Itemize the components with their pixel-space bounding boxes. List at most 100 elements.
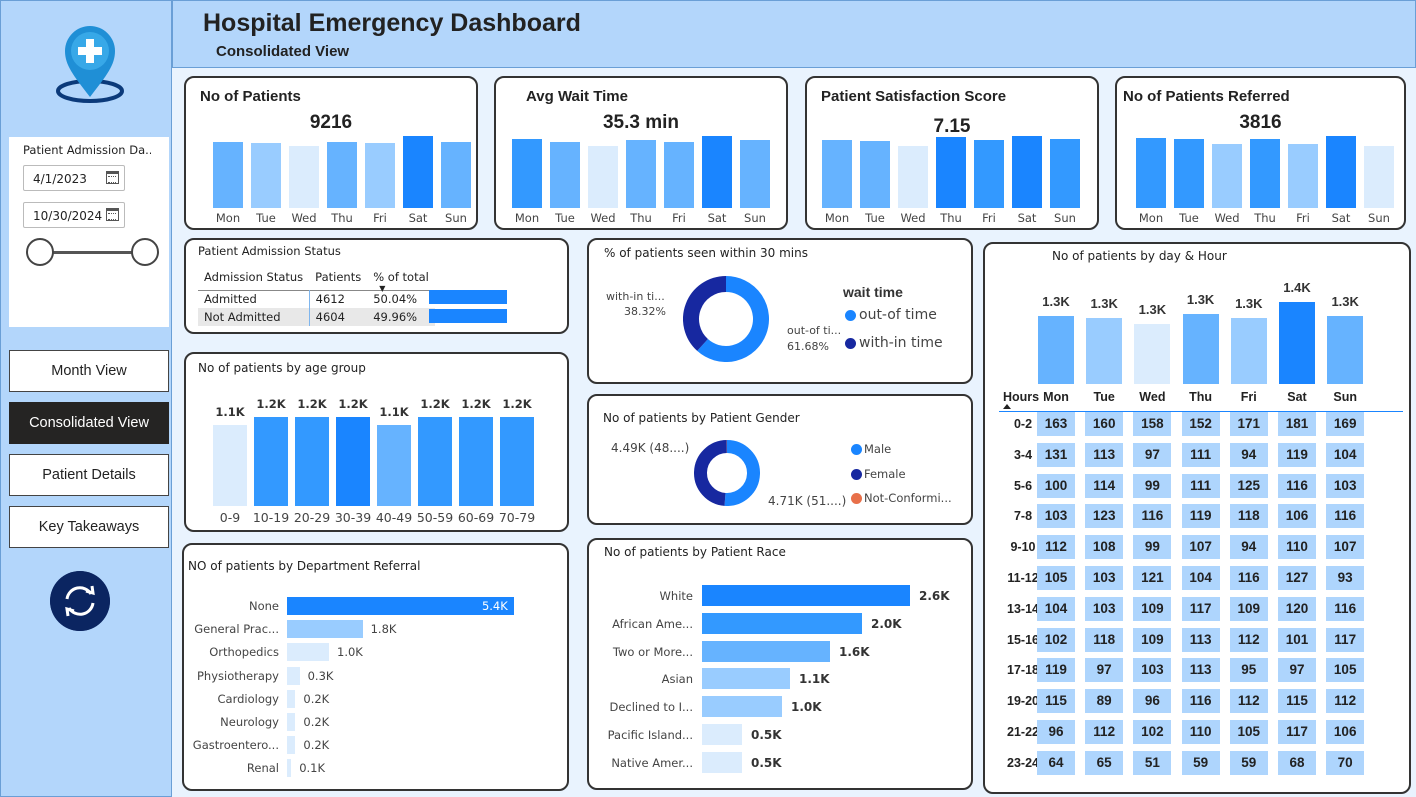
kpi-bar[interactable] [1364,146,1394,208]
heatmap-cell[interactable]: 120 [1278,596,1316,621]
race-bar[interactable] [702,751,742,773]
heatmap-cell[interactable]: 97 [1278,658,1316,683]
legend-label[interactable]: Female [864,467,906,481]
day-column-header[interactable]: Fri [1225,390,1273,404]
kpi-bar[interactable] [213,142,243,208]
age-bar[interactable] [418,417,452,506]
heatmap-cell[interactable]: 116 [1133,504,1172,529]
start-date-input[interactable]: 4/1/2023 [23,165,125,191]
heatmap-cell[interactable]: 131 [1037,442,1075,467]
legend-label[interactable]: Not-Conformi... [864,491,952,505]
kpi-bar[interactable] [702,136,732,208]
key-takeaways-button[interactable]: Key Takeaways [9,506,169,548]
end-date-input[interactable]: 10/30/2024 [23,202,125,228]
heatmap-cell[interactable]: 118 [1085,627,1124,652]
kpi-bar[interactable] [1174,139,1204,208]
heatmap-cell[interactable]: 68 [1278,750,1316,775]
heatmap-cell[interactable]: 109 [1229,596,1268,621]
day-total-bar[interactable] [1086,318,1123,384]
heatmap-cell[interactable]: 158 [1133,412,1172,436]
heatmap-cell[interactable]: 93 [1326,566,1365,590]
heatmap-cell[interactable]: 116 [1326,596,1365,621]
legend-label[interactable]: out-of time [859,307,937,323]
donut-slice[interactable] [683,276,727,351]
heatmap-cell[interactable]: 96 [1037,720,1075,744]
heatmap-cell[interactable]: 99 [1133,535,1172,560]
kpi-bar[interactable] [822,140,852,208]
heatmap-cell[interactable]: 160 [1085,412,1124,436]
day-total-bar[interactable] [1230,318,1267,384]
table-row[interactable]: Admitted 4612 50.04% [198,290,435,308]
column-header[interactable]: % of total ▼ [367,264,435,293]
kpi-bar[interactable] [1326,136,1356,208]
heatmap-cell[interactable]: 116 [1326,504,1365,529]
heatmap-cell[interactable]: 113 [1181,627,1220,652]
heatmap-cell[interactable]: 64 [1037,750,1075,775]
heatmap-cell[interactable]: 103 [1085,566,1124,590]
heatmap-cell[interactable]: 125 [1229,473,1268,498]
department-bar[interactable] [287,713,296,731]
day-total-bar[interactable] [1038,316,1074,384]
kpi-bar[interactable] [898,146,928,208]
kpi-bar[interactable] [626,140,656,208]
heatmap-cell[interactable]: 107 [1326,535,1365,560]
heatmap-cell[interactable]: 59 [1229,750,1268,775]
heatmap-cell[interactable]: 119 [1278,442,1316,467]
kpi-bar[interactable] [974,139,1004,208]
heatmap-cell[interactable]: 109 [1133,596,1172,621]
day-column-header[interactable]: Wed [1128,390,1176,404]
heatmap-cell[interactable]: 108 [1085,535,1124,560]
heatmap-cell[interactable]: 117 [1278,720,1316,744]
heatmap-cell[interactable]: 59 [1181,750,1220,775]
heatmap-cell[interactable]: 107 [1181,535,1220,560]
day-total-bar[interactable] [1279,302,1315,384]
heatmap-cell[interactable]: 94 [1229,442,1268,467]
heatmap-cell[interactable]: 112 [1326,689,1365,714]
heatmap-cell[interactable]: 113 [1085,442,1124,467]
refresh-icon[interactable] [50,571,110,631]
range-slider-start-handle[interactable] [26,238,54,266]
kpi-bar[interactable] [1250,138,1280,208]
heatmap-cell[interactable]: 117 [1326,627,1365,652]
heatmap-cell[interactable]: 96 [1133,689,1172,714]
admission-share-bar[interactable] [429,290,507,304]
heatmap-cell[interactable]: 127 [1278,566,1316,590]
heatmap-cell[interactable]: 110 [1181,720,1220,744]
race-bar[interactable] [702,585,910,606]
heatmap-cell[interactable]: 111 [1181,473,1220,498]
kpi-bar[interactable] [441,141,471,208]
consolidated-view-button[interactable]: Consolidated View [9,402,169,444]
heatmap-cell[interactable]: 115 [1037,689,1075,714]
within-30-donut[interactable] [683,276,769,362]
heatmap-cell[interactable]: 105 [1326,658,1365,683]
heatmap-cell[interactable]: 119 [1037,658,1075,683]
heatmap-cell[interactable]: 118 [1229,504,1268,529]
age-bar[interactable] [377,424,411,506]
heatmap-cell[interactable]: 113 [1181,658,1220,683]
kpi-bar[interactable] [1136,137,1166,208]
heatmap-cell[interactable]: 119 [1181,504,1220,529]
heatmap-cell[interactable]: 104 [1326,442,1365,467]
kpi-bar[interactable] [664,141,694,208]
kpi-bar[interactable] [550,141,580,208]
kpi-bar[interactable] [1012,136,1042,208]
range-slider-end-handle[interactable] [131,238,159,266]
heatmap-cell[interactable]: 97 [1085,658,1124,683]
heatmap-cell[interactable]: 97 [1133,442,1172,467]
heatmap-cell[interactable]: 152 [1181,412,1220,436]
heatmap-cell[interactable]: 106 [1278,504,1316,529]
heatmap-cell[interactable]: 163 [1037,412,1075,436]
heatmap-cell[interactable]: 89 [1085,689,1124,714]
kpi-bar[interactable] [403,136,433,208]
column-header[interactable]: Patients [309,264,367,290]
race-bar[interactable] [702,612,862,634]
heatmap-cell[interactable]: 103 [1085,596,1124,621]
heatmap-cell[interactable]: 114 [1085,473,1124,498]
heatmap-cell[interactable]: 116 [1181,689,1220,714]
heatmap-cell[interactable]: 110 [1278,535,1316,560]
heatmap-cell[interactable]: 102 [1133,720,1172,744]
day-total-bar[interactable] [1182,314,1219,384]
heatmap-cell[interactable]: 106 [1326,720,1365,744]
heatmap-cell[interactable]: 100 [1037,473,1075,498]
heatmap-cell[interactable]: 112 [1229,689,1268,714]
